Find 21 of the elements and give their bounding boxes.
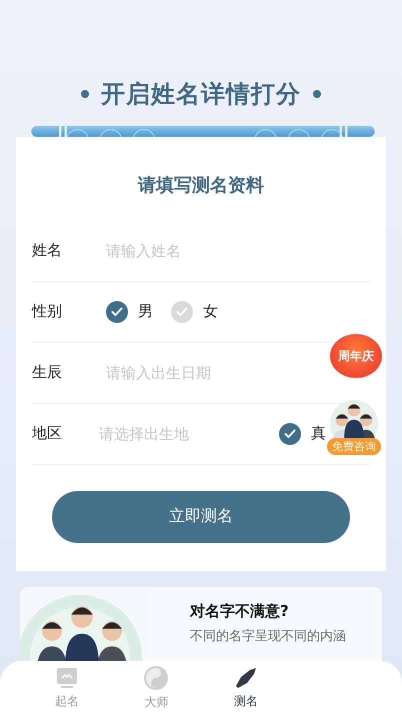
dot-icon — [81, 90, 89, 98]
option-checkbox[interactable]: 真 — [279, 422, 326, 445]
form-title: 请填写测名资料 — [138, 174, 264, 197]
promo-subtitle: 不同的名字呈现不同的内涵 — [190, 628, 346, 646]
field-label: 地区 — [32, 424, 63, 444]
gender-radio[interactable]: 男 — [106, 300, 153, 323]
field-label: 生辰 — [32, 363, 63, 382]
tab[interactable]: 测名 — [201, 660, 290, 716]
input-field[interactable]: 请输入出生日期 — [106, 364, 286, 382]
field-label: 姓名 — [32, 241, 63, 260]
yin-yang-icon — [143, 665, 170, 692]
chart-icon — [54, 666, 79, 690]
promo-card[interactable]: 对名字不满意? 不同的名字呈现不同的内涵 — [20, 586, 382, 661]
input-field[interactable]: 请选择出生地 — [99, 424, 279, 443]
submit-button[interactable]: 立即测名 — [52, 490, 350, 543]
promo-title: 对名字不满意? — [190, 602, 290, 622]
gender-radio[interactable]: 女 — [171, 300, 218, 323]
dot-icon — [313, 90, 321, 98]
field-label: 性别 — [32, 302, 63, 322]
input-field[interactable]: 请输入姓名 — [106, 242, 286, 260]
page-title: 开启姓名详情打分 — [101, 78, 301, 110]
